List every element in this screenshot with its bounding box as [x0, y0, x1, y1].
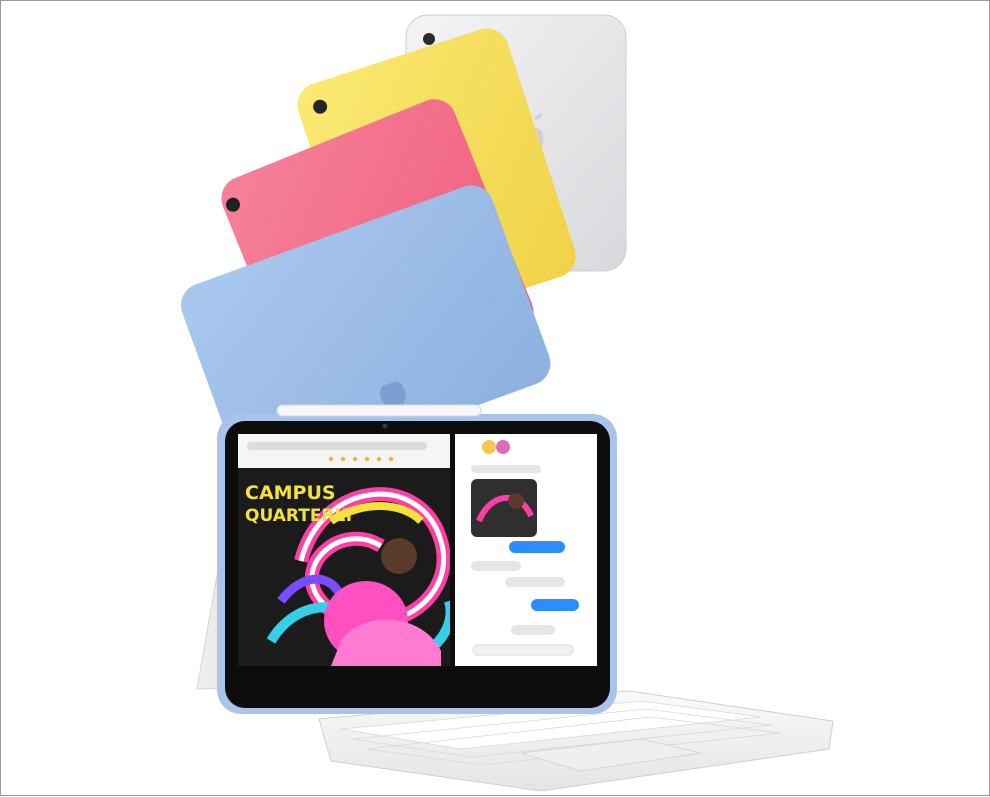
left-app-pane: CAMPUS QUARTERLY	[238, 434, 450, 666]
ipad-product-photo: CAMPUS QUARTERLY	[180, 14, 834, 792]
message-bubble	[505, 577, 565, 587]
message-bubble	[531, 599, 579, 611]
camera-icon	[423, 33, 435, 45]
message-bubble	[471, 561, 521, 571]
avatar	[496, 440, 510, 454]
front-camera-icon	[382, 423, 388, 429]
poster-title-line1: CAMPUS	[245, 482, 336, 504]
split-view-divider[interactable]	[450, 434, 455, 666]
message-bubble	[509, 541, 565, 553]
url-field	[247, 442, 427, 450]
app-toolbar	[238, 434, 450, 468]
ipad-front-device: CAMPUS QUARTERLY	[217, 404, 617, 714]
message-input-field	[472, 644, 574, 656]
apple-pencil	[276, 404, 482, 417]
avatar	[482, 440, 496, 454]
message-bubble	[511, 625, 555, 635]
poster-title-line2: QUARTERLY	[245, 506, 356, 526]
image-frame: CAMPUS QUARTERLY	[0, 0, 990, 796]
message-bubble	[471, 465, 541, 473]
right-app-pane	[455, 434, 597, 666]
